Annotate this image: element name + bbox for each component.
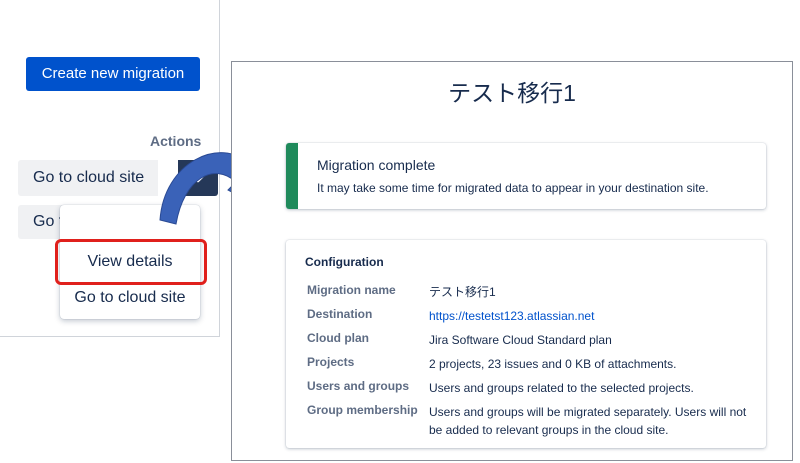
banner-message: It may take some time for migrated data … [317,181,709,195]
config-label: Cloud plan [307,331,369,345]
success-bar [286,143,298,209]
migration-details-panel: テスト移行1 Migration complete It may take so… [231,61,793,461]
migration-complete-banner: Migration complete It may take some time… [286,143,766,209]
configuration-heading: Configuration [305,255,384,269]
config-label: Destination [307,307,373,321]
config-value: 2 projects, 23 issues and 0 KB of attach… [429,357,677,371]
configuration-card: Configuration Migration name テスト移行1 Dest… [286,240,766,448]
config-value: Users and groups will be migrated separa… [429,405,747,437]
config-value: Jira Software Cloud Standard plan [429,333,612,347]
highlight-box [55,239,207,285]
config-value: Users and groups related to the selected… [429,381,694,395]
config-value: テスト移行1 [429,285,496,299]
config-label: Group membership [307,403,418,417]
config-label: Migration name [307,283,396,297]
create-new-migration-button[interactable]: Create new migration [26,57,200,91]
page-title: テスト移行1 [448,80,576,106]
goto-cloud-site-button[interactable]: Go to cloud site [18,160,158,196]
destination-link[interactable]: https://testetst123.atlassian.net [429,307,749,325]
goto-cloud-site-menu-item[interactable]: Go to cloud site [60,289,200,307]
config-label: Users and groups [307,379,410,393]
banner-heading: Migration complete [317,157,436,173]
config-label: Projects [307,355,355,369]
